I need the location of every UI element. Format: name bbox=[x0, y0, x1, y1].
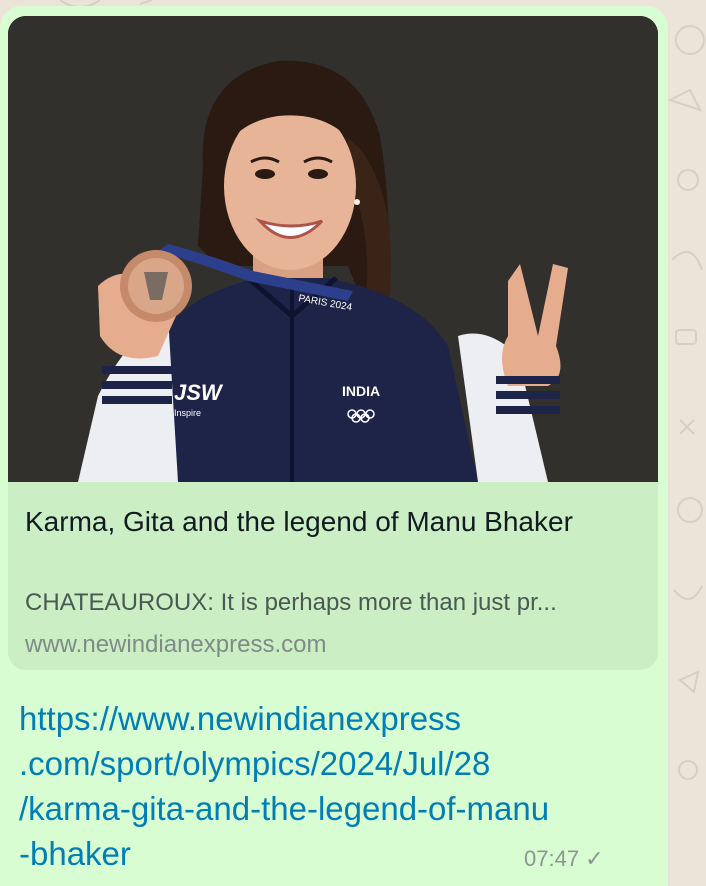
preview-domain: www.newindianexpress.com bbox=[25, 631, 327, 658]
single-check-icon: ✓ bbox=[585, 846, 604, 871]
url-line[interactable]: https://www.newindianexpress bbox=[19, 696, 639, 741]
jacket-country-text: INDIA bbox=[342, 383, 380, 399]
link-preview-card[interactable]: PARIS 2024 JSW Inspire INDIA Karma, Gita… bbox=[8, 16, 658, 670]
jacket-sponsor-sub-text: Inspire bbox=[174, 408, 201, 418]
url-line[interactable]: .com/sport/olympics/2024/Jul/28 bbox=[19, 741, 639, 786]
message-meta: 07:47 ✓ bbox=[524, 846, 604, 872]
url-line[interactable]: /karma-gita-and-the-legend-of-manu bbox=[19, 786, 639, 831]
message-time: 07:47 bbox=[524, 846, 580, 871]
jacket-sponsor-text: JSW bbox=[174, 380, 224, 405]
preview-description: CHATEAUROUX: It is perhaps more than jus… bbox=[25, 589, 557, 616]
message-bubble[interactable]: PARIS 2024 JSW Inspire INDIA Karma, Gita… bbox=[0, 6, 668, 886]
preview-title[interactable]: Karma, Gita and the legend of Manu Bhake… bbox=[25, 504, 645, 540]
preview-image[interactable]: PARIS 2024 JSW Inspire INDIA bbox=[8, 16, 658, 482]
